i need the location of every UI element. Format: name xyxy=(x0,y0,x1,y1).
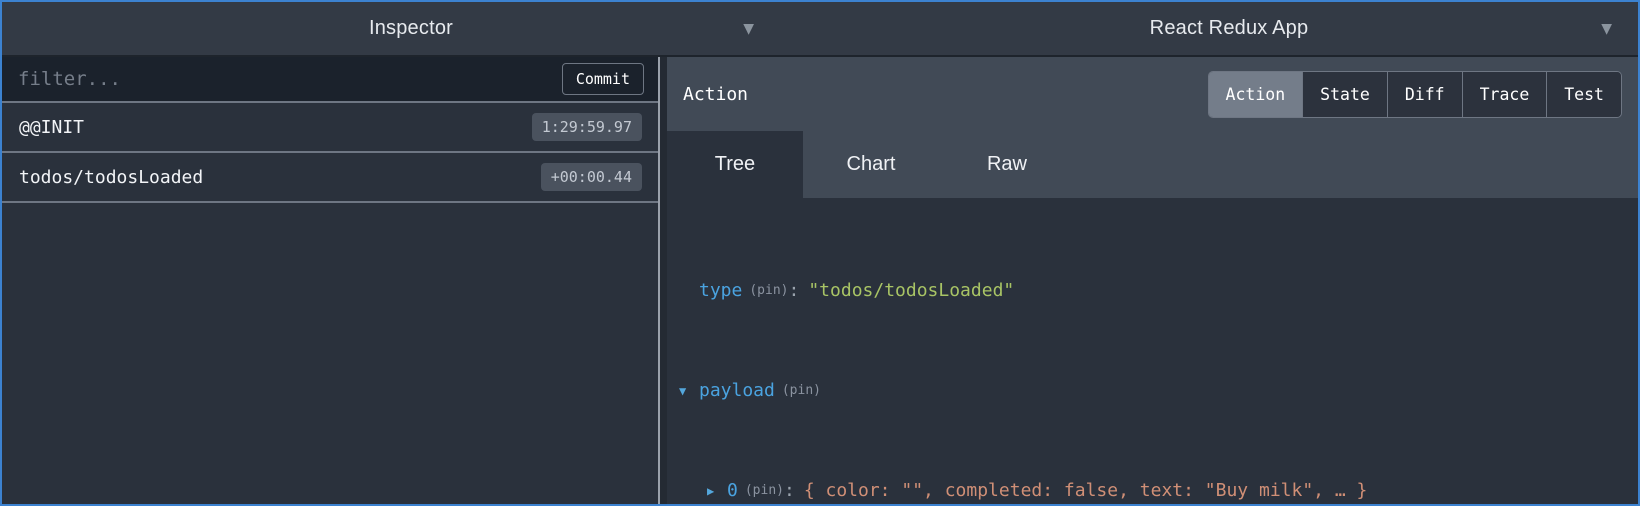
tab-action[interactable]: Action xyxy=(1209,72,1303,117)
tree-key[interactable]: 0 xyxy=(727,480,738,501)
pin-link[interactable]: (pin) xyxy=(782,383,821,398)
action-timestamp: +00:00.44 xyxy=(541,163,642,191)
action-name: todos/todosLoaded xyxy=(19,167,203,188)
pin-link[interactable]: (pin) xyxy=(749,283,788,298)
monitor-title: Inspector xyxy=(369,17,453,40)
action-list-item-todos-loaded[interactable]: todos/todosLoaded +00:00.44 xyxy=(2,153,658,203)
action-list-panel: Commit @@INIT 1:29:59.97 todos/todosLoad… xyxy=(2,57,658,504)
action-name: @@INIT xyxy=(19,117,84,138)
detail-section-title: Action xyxy=(683,84,748,105)
tree-row-item-0[interactable]: ▶ 0 (pin): { color: "", completed: false… xyxy=(679,472,1628,504)
pin-link[interactable]: (pin) xyxy=(745,483,784,498)
action-detail-panel: Action Action State Diff Trace Test Tree… xyxy=(667,57,1638,504)
view-tab-raw[interactable]: Raw xyxy=(939,131,1075,198)
collapse-arrow-icon[interactable]: ▼ xyxy=(679,384,699,398)
detail-tab-group: Action State Diff Trace Test xyxy=(1208,71,1622,118)
instance-title: React Redux App xyxy=(1150,17,1309,40)
redux-devtools-window: Inspector ▼ React Redux App ▼ Commit @@I… xyxy=(0,0,1640,506)
filter-input[interactable] xyxy=(18,68,562,90)
view-tab-tree[interactable]: Tree xyxy=(667,131,803,198)
tree-key[interactable]: payload xyxy=(699,380,775,401)
tab-test[interactable]: Test xyxy=(1546,72,1621,117)
tree-row-payload[interactable]: ▼ payload (pin) xyxy=(679,372,1628,409)
filter-bar: Commit xyxy=(2,57,658,103)
colon: : xyxy=(784,480,795,501)
tree-string-value: "todos/todosLoaded" xyxy=(808,280,1014,301)
detail-header: Action Action State Diff Trace Test xyxy=(667,57,1638,131)
tab-diff[interactable]: Diff xyxy=(1387,72,1462,117)
panel-resizer-handle[interactable] xyxy=(658,57,667,504)
instance-selector[interactable]: React Redux App ▼ xyxy=(820,2,1638,55)
chevron-down-icon: ▼ xyxy=(743,22,754,36)
main-area: Commit @@INIT 1:29:59.97 todos/todosLoad… xyxy=(2,57,1638,504)
tab-trace[interactable]: Trace xyxy=(1462,72,1547,117)
top-bar: Inspector ▼ React Redux App ▼ xyxy=(2,2,1638,57)
view-tab-strip: Tree Chart Raw xyxy=(667,131,1638,198)
action-json-tree: type (pin): "todos/todosLoaded" ▼ payloa… xyxy=(667,198,1638,504)
expand-arrow-icon[interactable]: ▶ xyxy=(707,484,727,498)
monitor-selector[interactable]: Inspector ▼ xyxy=(2,2,820,55)
chevron-down-icon: ▼ xyxy=(1601,22,1612,36)
action-list-empty-space xyxy=(2,203,658,504)
action-list-item-init[interactable]: @@INIT 1:29:59.97 xyxy=(2,103,658,153)
tab-state[interactable]: State xyxy=(1302,72,1387,117)
tree-object-preview: { color: "", completed: false, text: "Bu… xyxy=(804,480,1368,501)
commit-button[interactable]: Commit xyxy=(562,63,644,95)
view-tab-chart[interactable]: Chart xyxy=(803,131,939,198)
action-timestamp: 1:29:59.97 xyxy=(532,113,642,141)
colon: : xyxy=(789,280,800,301)
tree-key[interactable]: type xyxy=(699,280,742,301)
tree-row-type: type (pin): "todos/todosLoaded" xyxy=(679,272,1628,309)
